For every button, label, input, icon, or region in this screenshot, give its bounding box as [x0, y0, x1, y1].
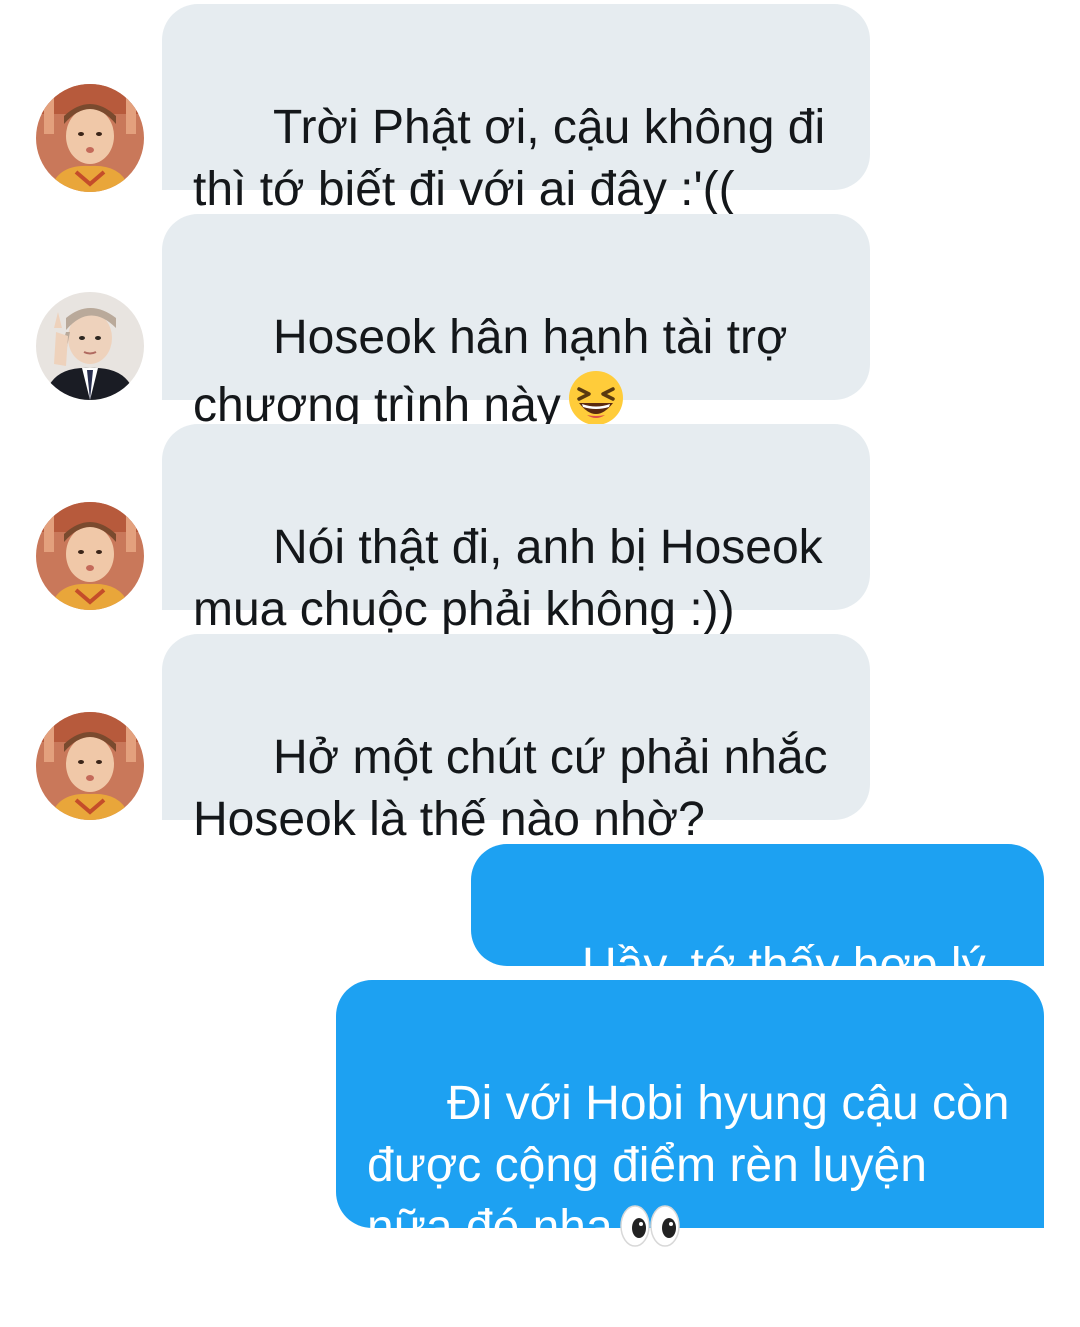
eyes-emoji [619, 1203, 681, 1265]
message-bubble-incoming[interactable]: Hở một chút cứ phải nhắc Hoseok là thế n… [162, 634, 870, 846]
avatar-orange-shirt-person[interactable] [36, 712, 144, 820]
avatar-image [36, 502, 144, 610]
message-text: Đi với Hobi hyung cậu còn được cộng điểm… [367, 1077, 1010, 1254]
message-text: Trời Phật ơi, cậu không đi thì tớ biết đ… [193, 101, 826, 216]
message-row-outgoing: Đi với Hobi hyung cậu còn được cộng điểm… [0, 980, 1080, 1254]
message-row-incoming: Hoseok hân hạnh tài trợ chương trình này [0, 214, 1080, 432]
chat-thread: Trời Phật ơi, cậu không đi thì tớ biết đ… [0, 0, 1080, 1254]
message-text: Hoseok hân hạnh tài trợ chương trình này [193, 311, 788, 432]
message-text: Hở một chút cứ phải nhắc Hoseok là thế n… [193, 731, 828, 846]
avatar-orange-shirt-person[interactable] [36, 84, 144, 192]
avatar-orange-shirt-person[interactable] [36, 502, 144, 610]
message-bubble-incoming[interactable]: Trời Phật ơi, cậu không đi thì tớ biết đ… [162, 4, 870, 216]
message-row-incoming: Hở một chút cứ phải nhắc Hoseok là thế n… [0, 634, 1080, 846]
avatar-suit-person[interactable] [36, 292, 144, 400]
message-row-incoming: Trời Phật ơi, cậu không đi thì tớ biết đ… [0, 4, 1080, 216]
message-bubble-outgoing[interactable]: Đi với Hobi hyung cậu còn được cộng điểm… [336, 980, 1044, 1254]
message-row-incoming: Nói thật đi, anh bị Hoseok mua chuộc phả… [0, 424, 1080, 636]
avatar-image [36, 84, 144, 192]
avatar-image [36, 712, 144, 820]
avatar-image [36, 292, 144, 400]
message-bubble-incoming[interactable]: Hoseok hân hạnh tài trợ chương trình này [162, 214, 870, 432]
message-bubble-incoming[interactable]: Nói thật đi, anh bị Hoseok mua chuộc phả… [162, 424, 870, 636]
message-bubble-outgoing[interactable]: Uầy, tớ thấy hợp lý mà [471, 844, 1044, 1054]
message-row-outgoing: Uầy, tớ thấy hợp lý mà [0, 844, 1080, 1054]
message-text: Nói thật đi, anh bị Hoseok mua chuộc phả… [193, 521, 823, 636]
